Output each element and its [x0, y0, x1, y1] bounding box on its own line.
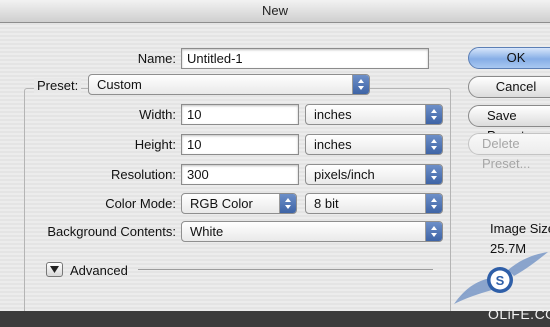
resolution-label: Resolution: — [110, 167, 176, 182]
color-mode-label: Color Mode: — [105, 196, 176, 211]
name-label: Name: — [137, 51, 176, 66]
disclosure-triangle-icon — [50, 266, 59, 273]
watermark-logo: S — [454, 252, 548, 304]
resolution-unit-select[interactable]: pixels/inch — [305, 164, 443, 185]
width-unit-value: inches — [314, 107, 352, 122]
height-unit-value: inches — [314, 137, 352, 152]
advanced-toggle[interactable] — [46, 262, 63, 277]
width-unit-select[interactable]: inches — [305, 104, 443, 125]
width-label: Width: — [139, 107, 176, 122]
watermark-site-text: OLiFE.COM — [488, 306, 550, 322]
width-input[interactable]: 10 — [181, 104, 299, 125]
height-input[interactable]: 10 — [181, 134, 299, 155]
updown-arrows-icon — [425, 105, 442, 124]
updown-arrows-icon — [425, 222, 442, 241]
resolution-input[interactable]: 300 — [181, 164, 299, 185]
updown-arrows-icon — [425, 165, 442, 184]
preset-select[interactable]: Custom — [88, 74, 370, 95]
background-select[interactable]: White — [181, 221, 443, 242]
bit-depth-select[interactable]: 8 bit — [305, 193, 443, 214]
image-size-label: Image Size: — [490, 221, 550, 236]
updown-arrows-icon — [425, 135, 442, 154]
svg-text:S: S — [496, 273, 505, 288]
height-label: Height: — [134, 137, 176, 152]
height-unit-select[interactable]: inches — [305, 134, 443, 155]
save-preset-button[interactable]: Save Preset... — [468, 105, 550, 143]
color-mode-value: RGB Color — [190, 196, 253, 211]
advanced-label: Advanced — [70, 263, 128, 278]
background-label: Background Contents: — [47, 224, 176, 239]
ok-button[interactable]: OK — [468, 47, 550, 69]
resolution-unit-value: pixels/inch — [314, 167, 375, 182]
updown-arrows-icon — [425, 194, 442, 213]
delete-preset-button: Delete Preset... — [468, 133, 550, 171]
background-value: White — [190, 224, 224, 239]
color-mode-select[interactable]: RGB Color — [181, 193, 297, 214]
cancel-button[interactable]: Cancel — [468, 76, 550, 98]
updown-arrows-icon — [279, 194, 296, 213]
name-input[interactable]: Untitled-1 — [181, 48, 429, 69]
bottom-bar — [0, 311, 550, 327]
preset-select-value: Custom — [97, 77, 142, 92]
advanced-divider — [138, 269, 433, 270]
window-title: New — [0, 0, 550, 23]
bit-depth-value: 8 bit — [314, 196, 339, 211]
updown-arrows-icon — [352, 75, 369, 94]
preset-label: Preset: — [34, 78, 82, 93]
